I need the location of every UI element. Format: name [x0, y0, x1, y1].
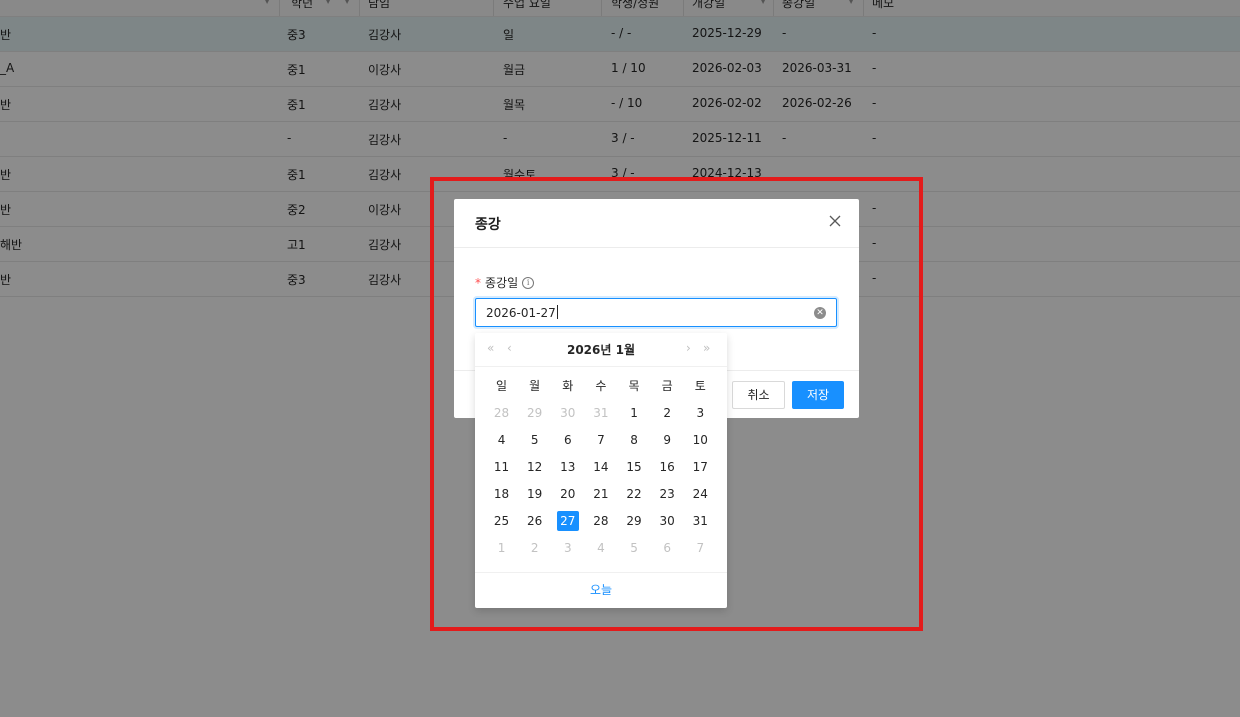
highlight-box [430, 177, 923, 631]
